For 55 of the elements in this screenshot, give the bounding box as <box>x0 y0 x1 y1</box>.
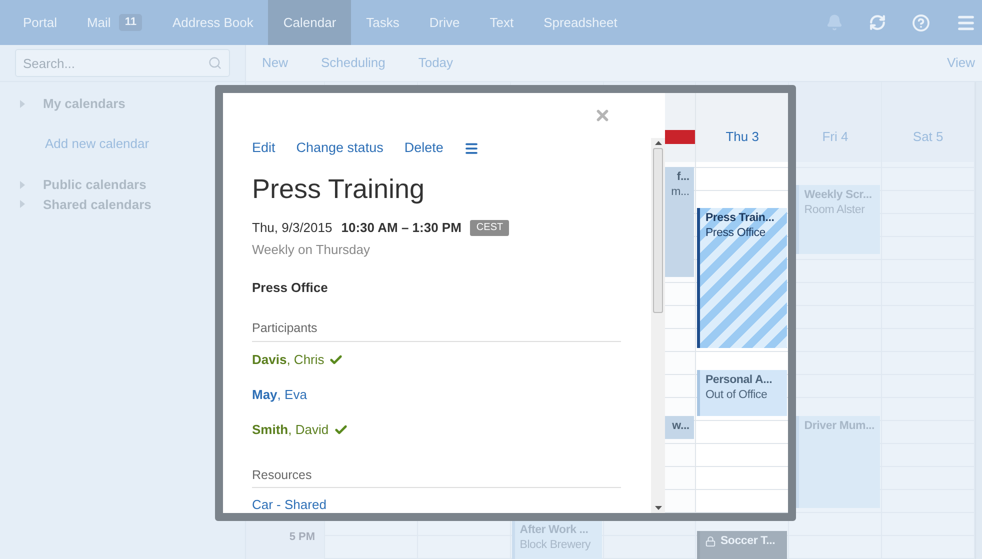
toolbar-link[interactable]: Today <box>418 53 454 73</box>
expand-triangle-icon[interactable] <box>20 180 25 189</box>
more-menu-icon[interactable] <box>464 140 480 156</box>
search-icon <box>208 56 222 70</box>
unread-count: 11 <box>118 14 142 31</box>
event-title: f... <box>676 170 690 185</box>
view-link[interactable]: View <box>947 53 975 73</box>
lock-icon <box>705 536 716 547</box>
section-heading: Participants <box>252 318 621 342</box>
timezone-badge: CEST <box>470 220 510 236</box>
day-header[interactable]: Fri 4 <box>822 126 848 146</box>
calendar-event[interactable]: Personal A... Out of Office <box>697 370 788 416</box>
event-title: w... <box>672 419 690 434</box>
toolbar-link[interactable]: Scheduling <box>321 53 386 73</box>
scroll-up-arrow-icon[interactable] <box>654 141 662 145</box>
event-title: Press Train... <box>705 211 774 226</box>
day-header[interactable]: Sat 5 <box>912 126 944 146</box>
event-location: m... <box>670 185 690 200</box>
participant-name[interactable]: Smith, David <box>252 420 329 440</box>
help-icon[interactable] <box>912 14 930 32</box>
nav-tab[interactable]: Calendar <box>268 0 352 45</box>
accepted-check-icon <box>334 422 348 436</box>
calendar-group[interactable]: Public calendars <box>43 175 146 194</box>
accepted-check-icon <box>329 352 344 366</box>
calendar-group[interactable]: My calendars <box>43 94 126 114</box>
refresh-icon[interactable] <box>869 14 886 31</box>
participant-name[interactable]: May, Eva <box>252 384 307 404</box>
resource-link[interactable]: Car - Shared <box>252 497 326 512</box>
close-icon[interactable] <box>594 107 611 124</box>
popup-scrollbar[interactable] <box>651 138 665 513</box>
scroll-down-arrow-icon[interactable] <box>654 506 662 510</box>
event-time: 10:30 AM – 1:30 PM <box>341 219 462 238</box>
popup-action-link[interactable]: Edit <box>252 138 276 158</box>
participant-name[interactable]: Davis, Chris <box>252 350 324 370</box>
toolbar-link[interactable]: New <box>262 53 288 73</box>
notification-bell-icon[interactable] <box>826 14 843 31</box>
event-date: Thu, 9/3/2015 <box>252 219 332 238</box>
popup-action-link[interactable]: Delete <box>404 138 444 158</box>
calendar-event[interactable]: Press Train... Press Office <box>697 208 788 348</box>
day-header[interactable]: Thu 3 <box>726 126 759 146</box>
event-location: Out of Office <box>705 388 768 403</box>
event-location: Press Office <box>705 226 766 241</box>
search-field[interactable]: Search... <box>15 49 230 77</box>
expand-triangle-icon[interactable] <box>20 100 25 108</box>
expand-triangle-icon[interactable] <box>20 200 25 208</box>
calendar-group[interactable]: Shared calendars <box>43 194 152 214</box>
event-location: Press Office <box>252 279 329 298</box>
calendar-event[interactable]: Soccer T... <box>697 531 788 559</box>
event-title: Personal A... <box>705 373 772 388</box>
section-heading: Resources <box>252 466 621 488</box>
event-title: Press Training <box>252 173 426 206</box>
event-title: Soccer T... <box>720 534 776 549</box>
time-label: 5 PM <box>289 530 315 545</box>
popup-action-link[interactable]: Change status <box>296 138 384 158</box>
recurrence-text: Weekly on Thursday <box>252 240 372 259</box>
